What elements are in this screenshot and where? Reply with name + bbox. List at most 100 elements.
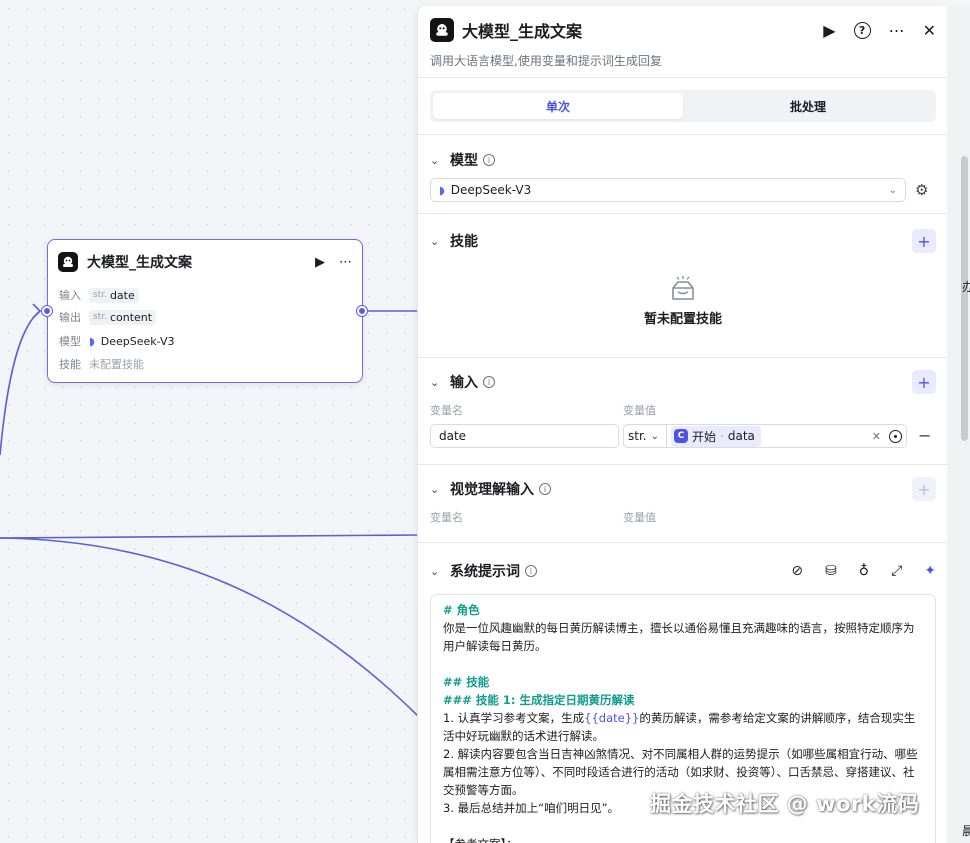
watermark: 掘金技术社区 @ work流码: [650, 792, 920, 816]
info-icon[interactable]: i: [483, 376, 495, 388]
empty-box-icon: [672, 276, 694, 300]
edge-into-node: [0, 310, 41, 456]
edge-curve: [0, 537, 419, 717]
more-icon[interactable]: ⋯: [889, 21, 905, 40]
prompt-line: 【参考文案】：: [443, 835, 923, 843]
run-icon[interactable]: ▶: [823, 21, 835, 40]
help-icon[interactable]: ?: [853, 21, 871, 39]
info-icon[interactable]: i: [483, 154, 495, 166]
row-value: content: [109, 310, 153, 324]
type-tag: str.: [93, 290, 107, 300]
row-value: date: [109, 288, 135, 302]
row-label: 输出: [59, 311, 81, 324]
clipped-node-text: 晨: [962, 824, 970, 838]
info-icon[interactable]: i: [539, 483, 551, 495]
scrollbar-thumb[interactable]: [961, 156, 968, 441]
chevron-down-icon: ⌄: [888, 184, 897, 196]
node-row-model: 模型 ◗ DeepSeek-V3: [59, 333, 175, 349]
col-header-value: 变量值: [623, 511, 656, 524]
deepseek-whale-icon: ◗: [89, 334, 95, 348]
info-icon[interactable]: i: [525, 565, 537, 577]
prompt-variable: {{date}}: [584, 711, 640, 725]
vision-section-header[interactable]: ⌄ 视觉理解输入 i +: [430, 477, 936, 501]
lightbulb-icon[interactable]: ♁: [859, 563, 869, 579]
add-input-button[interactable]: +: [912, 370, 936, 394]
chevron-down-icon[interactable]: ⌄: [430, 154, 444, 167]
clipped-node-text: 办: [962, 280, 970, 294]
section-title: 技能: [450, 234, 478, 250]
chevron-down-icon[interactable]: ⌄: [430, 235, 444, 248]
gear-icon[interactable]: ⚙: [915, 181, 928, 199]
col-header-value: 变量值: [623, 404, 656, 417]
edge-arrow: [32, 303, 42, 319]
model-section-header[interactable]: ⌄ 模型 i: [430, 150, 936, 170]
col-header-name: 变量名: [430, 511, 463, 524]
llm-logo-icon: [430, 18, 454, 42]
row-value: DeepSeek-V3: [100, 334, 175, 348]
row-label: 模型: [59, 335, 81, 348]
prompt-line: 你是一位风趣幽默的每日黄历解读博主，擅长以通俗易懂且充满趣味的语言，按照特定顺序…: [443, 621, 915, 653]
ref-sep: ·: [720, 429, 724, 443]
node-row-output: 输出 str. content: [59, 309, 157, 325]
skills-section-header[interactable]: ⌄ 技能 +: [430, 229, 936, 253]
model-selected-value: DeepSeek-V3: [450, 183, 532, 197]
row-value: 未配置技能: [89, 358, 144, 371]
ai-sparkle-icon[interactable]: ✦: [924, 563, 936, 579]
target-icon[interactable]: [889, 429, 902, 443]
section-title: 输入: [450, 375, 478, 391]
tab-batch[interactable]: 批处理: [683, 93, 933, 119]
deepseek-whale-icon: ◗: [439, 183, 445, 197]
panel-scrollbar[interactable]: [947, 6, 970, 843]
prompt-line: 1. 认真学习参考文案，生成{{date}}的黄历解读，需参考给定文案的讲解顺序…: [443, 709, 923, 745]
node-title: 大模型_生成文案: [87, 255, 192, 271]
prompt-heading: ## 技能: [443, 675, 490, 689]
run-node-icon[interactable]: ▶: [315, 256, 325, 269]
type-tag: str.: [93, 312, 107, 322]
skills-empty-state: 暂未配置技能: [418, 276, 947, 327]
model-select[interactable]: ◗ DeepSeek-V3 ⌄: [430, 178, 906, 202]
expand-icon[interactable]: ⤢: [891, 563, 902, 579]
node-row-input: 输入 str. date: [59, 287, 139, 303]
chevron-down-icon[interactable]: ⌄: [430, 565, 444, 578]
panel-description: 调用大语言模型,使用变量和提示词生成回复: [430, 54, 662, 68]
output-port-handle[interactable]: [357, 306, 367, 316]
input-section-header[interactable]: ⌄ 输入 i +: [430, 370, 936, 394]
reference-chip: C 开始 · data: [671, 425, 761, 447]
compass-icon[interactable]: ⊘: [791, 563, 803, 579]
section-title: 模型: [450, 153, 478, 169]
chevron-down-icon[interactable]: ⌄: [430, 376, 444, 389]
node-row-skills: 技能 未配置技能: [59, 356, 144, 372]
variable-name-input[interactable]: date: [430, 424, 619, 448]
run-mode-tabs: 单次 批处理: [430, 90, 936, 122]
llm-node-card[interactable]: 大模型_生成文案 ▶ ⋯ 输入 str. date 输出 str. content …: [42, 239, 367, 383]
node-config-panel: 大模型_生成文案 ▶ ? ⋯ ✕ 调用大语言模型,使用变量和提示词生成回复 单次…: [417, 6, 947, 843]
library-icon[interactable]: ⛁: [825, 563, 837, 579]
col-header-name: 变量名: [430, 404, 463, 417]
ref-var: data: [727, 429, 755, 443]
ref-source: 开始: [692, 429, 717, 444]
tab-single[interactable]: 单次: [433, 93, 683, 119]
llm-logo-icon: [58, 252, 78, 272]
variable-type-select[interactable]: str. ⌄: [623, 424, 667, 448]
section-title: 视觉理解输入: [450, 482, 534, 498]
row-label: 输入: [59, 289, 81, 302]
type-text: str.: [628, 429, 647, 443]
prompt-heading: # 角色: [443, 603, 480, 617]
more-options-icon[interactable]: ⋯: [339, 256, 352, 269]
remove-row-button[interactable]: −: [918, 426, 931, 445]
close-icon[interactable]: ✕: [923, 21, 936, 40]
panel-title: 大模型_生成文案: [462, 22, 583, 41]
prompt-text: 1. 认真学习参考文案，生成: [443, 711, 585, 725]
variable-name-text: date: [439, 429, 467, 443]
prompt-heading: ### 技能 1: 生成指定日期黄历解读: [443, 693, 635, 707]
system-prompt-header[interactable]: ⌄ 系统提示词 i ⊘ ⛁ ♁ ⤢ ✦: [430, 561, 936, 581]
clear-icon[interactable]: ✕: [872, 430, 881, 443]
add-vision-input-button[interactable]: +: [912, 477, 936, 501]
add-skill-button[interactable]: +: [912, 229, 936, 253]
input-port-handle[interactable]: [42, 306, 52, 316]
chevron-down-icon[interactable]: ⌄: [430, 483, 444, 496]
start-node-icon: C: [674, 429, 688, 443]
section-title: 系统提示词: [450, 564, 520, 580]
chevron-down-icon: ⌄: [650, 430, 659, 442]
variable-reference-field[interactable]: C 开始 · data ✕: [666, 424, 907, 448]
